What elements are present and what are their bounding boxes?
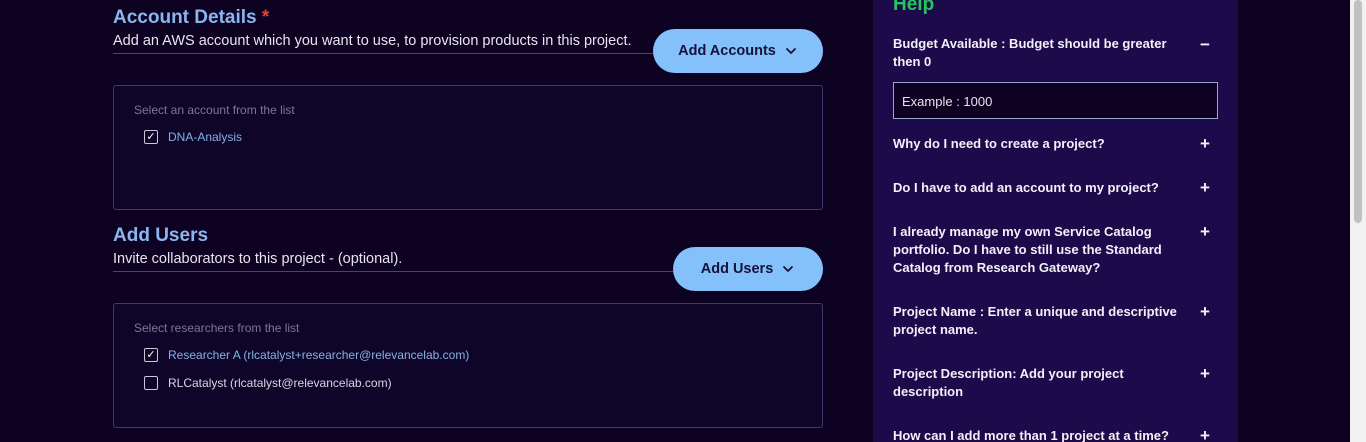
- add-users-description: Invite collaborators to this project - (…: [113, 251, 403, 267]
- account-select-label: Select an account from the list: [134, 103, 295, 117]
- user-option[interactable]: RLCatalyst (rlcatalyst@relevancelab.com): [144, 376, 392, 390]
- help-panel: Help Budget Available : Budget should be…: [873, 0, 1238, 442]
- users-select-box: Select researchers from the list ✓ Resea…: [113, 303, 823, 428]
- add-users-button-label: Add Users: [700, 261, 774, 277]
- help-answer: Example : 1000: [893, 82, 1218, 119]
- scrollbar[interactable]: [1350, 0, 1366, 442]
- checkbox[interactable]: ✓: [144, 130, 158, 144]
- scrollbar-thumb[interactable]: [1354, 0, 1362, 223]
- collapse-icon[interactable]: −: [1200, 36, 1210, 53]
- checkmark-icon: ✓: [146, 348, 156, 361]
- expand-icon[interactable]: +: [1200, 427, 1210, 442]
- help-question[interactable]: I already manage my own Service Catalog …: [893, 223, 1193, 277]
- account-details-title-text: Account Details: [113, 7, 257, 28]
- expand-icon[interactable]: +: [1200, 223, 1210, 240]
- add-accounts-button-label: Add Accounts: [678, 43, 776, 59]
- chevron-down-icon: [785, 48, 796, 54]
- account-details-description: Add an AWS account which you want to use…: [113, 33, 632, 49]
- user-option-label: Researcher A (rlcatalyst+researcher@rele…: [168, 348, 470, 362]
- chevron-down-icon: [783, 266, 794, 272]
- help-question[interactable]: How can I add more than 1 project at a t…: [893, 427, 1193, 442]
- users-divider: [113, 271, 678, 272]
- add-accounts-button[interactable]: Add Accounts: [653, 29, 823, 73]
- checkbox[interactable]: [144, 376, 158, 390]
- add-users-title: Add Users: [113, 225, 209, 246]
- expand-icon[interactable]: +: [1200, 365, 1210, 382]
- help-title: Help: [893, 0, 935, 15]
- user-option[interactable]: ✓ Researcher A (rlcatalyst+researcher@re…: [144, 348, 469, 362]
- checkmark-icon: ✓: [146, 130, 156, 143]
- help-question[interactable]: Budget Available : Budget should be grea…: [893, 35, 1193, 71]
- help-question[interactable]: Why do I need to create a project?: [893, 135, 1193, 153]
- help-question[interactable]: Do I have to add an account to my projec…: [893, 179, 1193, 197]
- account-divider: [113, 53, 658, 54]
- checkbox[interactable]: ✓: [144, 348, 158, 362]
- help-question[interactable]: Project Description: Add your project de…: [893, 365, 1193, 401]
- expand-icon[interactable]: +: [1200, 179, 1210, 196]
- user-option-label: RLCatalyst (rlcatalyst@relevancelab.com): [168, 376, 392, 390]
- account-option[interactable]: ✓ DNA-Analysis: [144, 130, 242, 144]
- add-users-button[interactable]: Add Users: [673, 247, 823, 291]
- users-select-label: Select researchers from the list: [134, 321, 300, 335]
- help-question[interactable]: Project Name : Enter a unique and descri…: [893, 303, 1193, 339]
- account-option-label: DNA-Analysis: [168, 130, 243, 144]
- expand-icon[interactable]: +: [1200, 303, 1210, 320]
- required-asterisk: *: [261, 7, 270, 28]
- expand-icon[interactable]: +: [1200, 135, 1210, 152]
- account-select-box: Select an account from the list ✓ DNA-An…: [113, 85, 823, 210]
- account-details-title: Account Details *: [113, 7, 269, 29]
